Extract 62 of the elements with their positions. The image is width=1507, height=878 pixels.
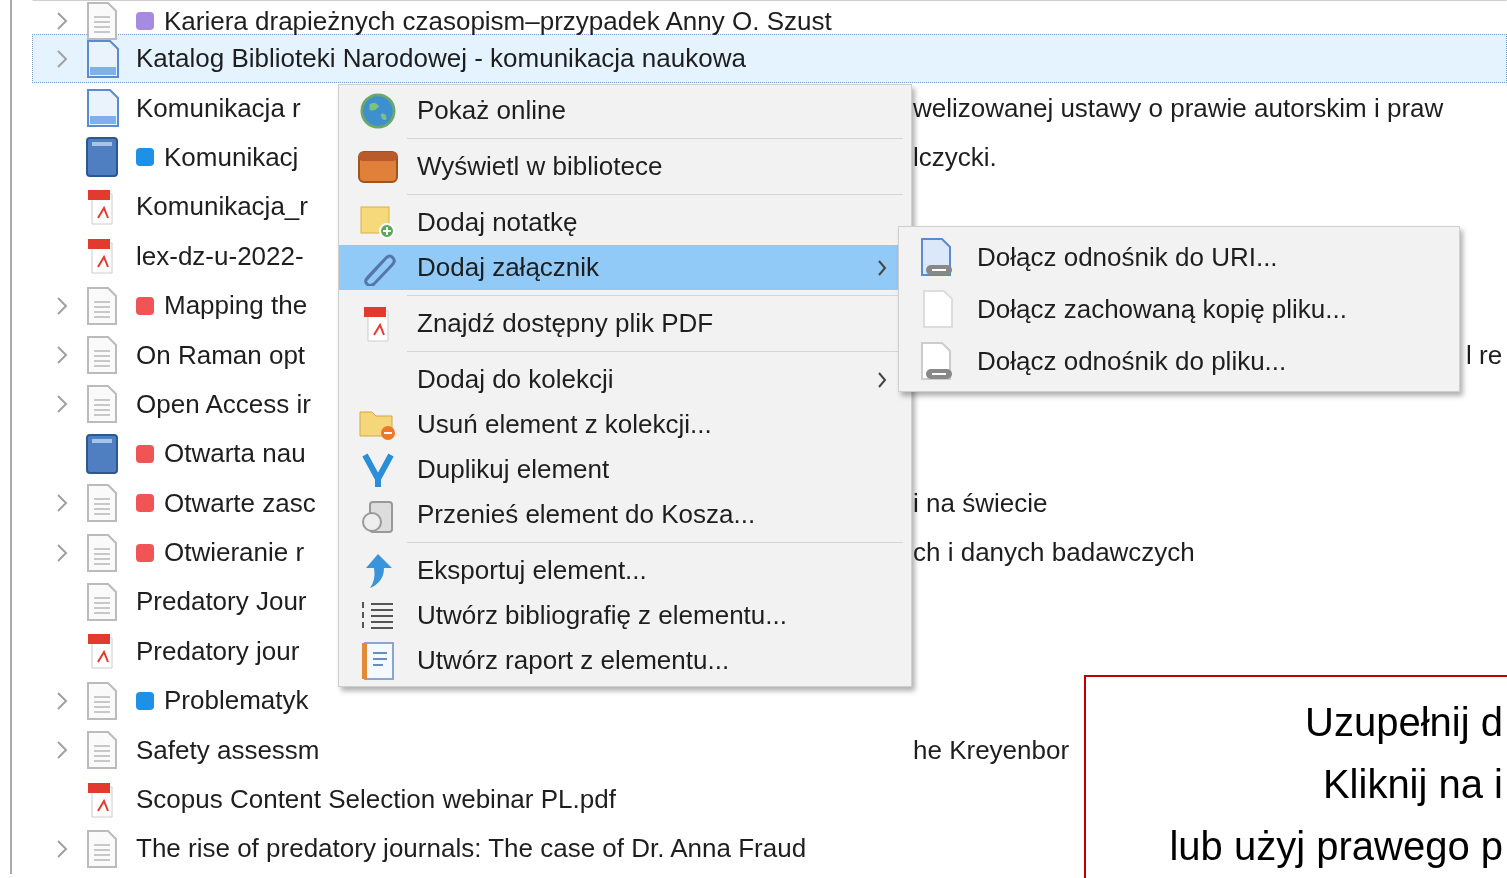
report-icon [361, 640, 395, 681]
chevron-icon[interactable] [56, 394, 68, 415]
menu-item[interactable]: Usuń element z kolekcji... [339, 402, 911, 447]
file-icon [922, 289, 954, 329]
item-title: Safety assessm [136, 734, 320, 766]
book-icon [86, 433, 118, 474]
chevron-icon[interactable] [56, 345, 68, 366]
document-icon [86, 384, 118, 425]
document-icon [86, 483, 118, 524]
item-title: Komunikacja r [136, 92, 301, 124]
note-add-icon [359, 204, 397, 241]
item-title: Otwieranie r [164, 537, 305, 569]
menu-item[interactable]: Przenieś element do Kosza... [339, 492, 911, 537]
menu-item[interactable]: Duplikuj element [339, 447, 911, 492]
item-title: Otwarta nau [164, 438, 306, 470]
document-icon [86, 532, 118, 573]
document-icon [86, 335, 118, 376]
menu-item[interactable]: Eksportuj element... [339, 548, 911, 593]
item-title: Scopus Content Selection webinar PL.pdf [136, 784, 616, 816]
item-title: Komunikacj [164, 141, 299, 173]
item-title: he Kreyenbor [913, 734, 1070, 765]
chevron-icon[interactable] [56, 48, 68, 69]
globe-icon [360, 92, 396, 129]
book-icon [86, 137, 118, 178]
webpage-icon [86, 38, 120, 79]
item-title: Predatory Jour [136, 586, 307, 618]
item-title: Katalog Biblioteki Narodowej - komunikacja naukowa [136, 43, 746, 75]
item-title: Predatory jour [136, 635, 300, 667]
menu-item[interactable]: Pokaż online [339, 88, 911, 133]
item-title: Open Access ir [136, 388, 311, 420]
item-title: lczycki. [913, 141, 997, 172]
chevron-icon[interactable] [56, 11, 68, 31]
item-title: i na świecie [913, 487, 1048, 518]
callout-text: Uzupełnij d Kliknij na i lub użyj prawego p [1168, 699, 1503, 870]
chevron-icon[interactable] [56, 493, 68, 514]
menu-item[interactable]: Wyświetl w bibliotece [339, 144, 911, 189]
document-icon [86, 680, 118, 721]
chevron-icon[interactable] [56, 295, 68, 316]
document-icon [86, 730, 118, 771]
document-icon [86, 285, 118, 326]
item-title: l re [1466, 339, 1503, 370]
item-title: Otwarte zasc [164, 487, 316, 519]
item-title: lex-dz-u-2022- [136, 240, 304, 272]
item-title: Mapping the [164, 290, 308, 322]
document-icon [86, 582, 118, 622]
item-title: Komunikacja_r [136, 191, 308, 223]
chevron-icon[interactable] [56, 542, 68, 563]
item-title: Problematyk [164, 685, 309, 717]
chevron-icon[interactable] [56, 838, 68, 859]
item-title: ch i danych badawczych [913, 537, 1195, 568]
item-title: welizowanej ustawy o prawie autorskim i praw [913, 92, 1444, 123]
chevron-icon[interactable] [56, 740, 68, 761]
webpage-icon [86, 88, 120, 129]
document-icon [86, 828, 118, 869]
chevron-icon[interactable] [56, 690, 68, 711]
menu-item[interactable]: Utwórz bibliografię z elementu... [339, 593, 911, 638]
item-title: Kariera drapieżnych czasopism–przypadek Anny O. Szust [164, 5, 832, 37]
item-title: On Raman opt [136, 339, 306, 371]
box-icon [358, 150, 398, 183]
item-title: The rise of predatory journals: The case of Dr. Anna Fraud [136, 833, 807, 865]
selected-row[interactable]: Katalog Biblioteki Narodowej - komunikacja naukowa [32, 34, 1507, 84]
menu-item[interactable]: Utwórz raport z elementu... [339, 638, 911, 683]
